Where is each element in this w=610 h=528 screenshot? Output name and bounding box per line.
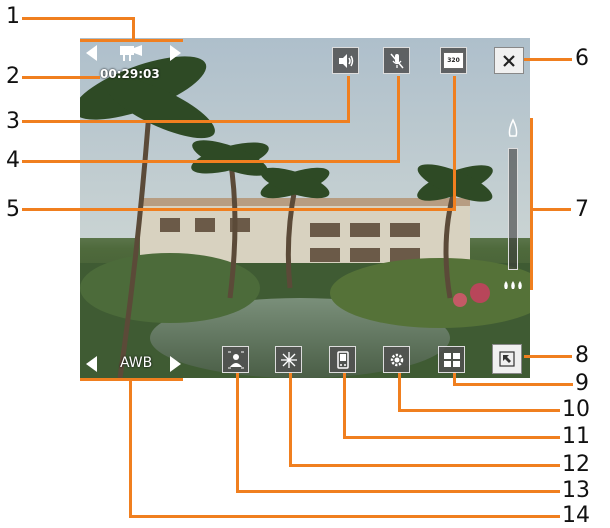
sound-button[interactable] — [332, 47, 359, 74]
speaker-icon — [338, 53, 353, 68]
close-icon — [503, 54, 515, 67]
callout-4: 4 — [6, 148, 20, 173]
callout-line-7b — [530, 118, 533, 290]
callout-line-2 — [22, 76, 100, 79]
storage-button[interactable] — [329, 346, 356, 373]
album-button[interactable] — [438, 346, 465, 373]
zoom-in-icon[interactable] — [506, 118, 520, 140]
callout-line-11 — [343, 436, 560, 439]
callout-12: 12 — [562, 452, 590, 477]
callout-line-12 — [289, 464, 560, 467]
callout-13: 13 — [562, 478, 590, 503]
callout-line-3 — [22, 120, 350, 123]
callout-1: 1 — [6, 4, 20, 29]
brightness-button[interactable] — [275, 346, 302, 373]
callout-line-1b — [132, 17, 135, 41]
mode-prev-arrow[interactable] — [86, 45, 97, 61]
callout-7: 7 — [575, 197, 589, 222]
callout-line-6 — [524, 58, 572, 61]
brightness-icon — [280, 351, 297, 368]
white-balance-value: AWB — [120, 355, 153, 371]
callout-line-14c — [80, 378, 183, 381]
zoom-slider-track[interactable] — [508, 148, 518, 270]
scene-icon — [227, 351, 244, 368]
callout-6: 6 — [575, 46, 589, 71]
close-button[interactable] — [494, 47, 524, 74]
callout-line-5 — [22, 208, 456, 211]
callout-3: 3 — [6, 109, 20, 134]
resolution-button[interactable]: 320 — [440, 47, 467, 74]
callout-line-7 — [533, 208, 571, 211]
callout-line-10b — [398, 373, 401, 412]
callout-line-12b — [289, 373, 292, 467]
callout-10: 10 — [562, 397, 590, 422]
album-icon — [443, 352, 460, 367]
microphone-muted-icon — [389, 53, 404, 68]
video-camera-icon — [120, 45, 142, 61]
callout-8: 8 — [575, 343, 589, 368]
storage-icon — [336, 350, 349, 369]
callout-line-14 — [129, 515, 560, 518]
callout-line-3b — [347, 76, 350, 123]
callout-line-9b — [453, 373, 456, 386]
resolution-icon: 320 — [443, 52, 464, 69]
fullscreen-icon — [499, 351, 515, 367]
mode-next-arrow[interactable] — [170, 45, 181, 61]
settings-button[interactable] — [383, 346, 410, 373]
callout-line-13b — [236, 373, 239, 493]
callout-line-1 — [22, 17, 135, 20]
callout-line-13 — [236, 490, 560, 493]
resolution-label: 320 — [447, 57, 460, 64]
callout-line-10 — [398, 409, 560, 412]
callout-line-14b — [129, 380, 132, 518]
callout-9: 9 — [575, 371, 589, 396]
callout-line-4 — [22, 160, 400, 163]
callout-14: 14 — [562, 503, 590, 528]
callout-line-8 — [524, 355, 572, 358]
microphone-button[interactable] — [383, 47, 410, 74]
callout-2: 2 — [6, 64, 20, 89]
callout-5: 5 — [6, 197, 20, 222]
wb-prev-arrow[interactable] — [86, 356, 97, 372]
fullscreen-button[interactable] — [492, 344, 522, 374]
callout-line-4b — [397, 76, 400, 163]
callout-line-1c — [80, 39, 183, 42]
zoom-out-icon[interactable] — [502, 279, 524, 291]
callout-line-11b — [343, 373, 346, 439]
wb-next-arrow[interactable] — [170, 356, 181, 372]
callout-line-9 — [453, 383, 573, 386]
callout-11: 11 — [562, 424, 590, 449]
callout-line-5b — [453, 76, 456, 211]
scene-button[interactable] — [222, 346, 249, 373]
recording-timer: 00:29:03 — [100, 67, 160, 81]
gear-icon — [390, 353, 403, 366]
